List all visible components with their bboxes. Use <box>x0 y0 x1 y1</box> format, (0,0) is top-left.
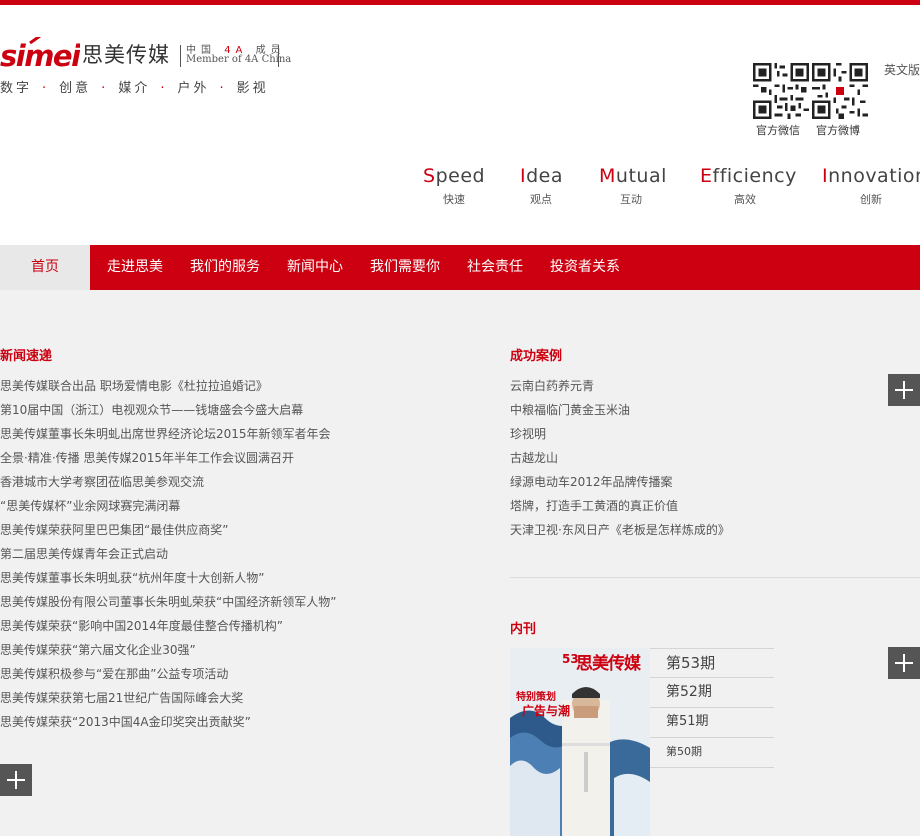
cases-section-title: 成功案例 <box>510 349 563 364</box>
simei-logo-mark: simei <box>0 37 80 73</box>
value-mutual: Mutual 互动 <box>599 165 667 206</box>
value-innovation: Innovation 创新 <box>822 165 920 206</box>
cover-tag: 特别策划 <box>516 692 556 703</box>
main-nav: 首页 走进思美 我们的服务 新闻中心 我们需要你 社会责任 投资者关系 <box>0 245 920 290</box>
issue-item[interactable]: 第51期 <box>650 708 774 738</box>
news-more-plus-icon[interactable] <box>0 764 32 796</box>
news-item[interactable]: 思美传媒荣获“第六届文化企业30强” <box>0 640 460 664</box>
nav-item-services[interactable]: 我们的服务 <box>190 245 260 290</box>
weibo-qr-label: 官方微博 <box>816 124 860 137</box>
nav-item-about[interactable]: 走进思美 <box>107 245 163 290</box>
news-item[interactable]: 第10届中国（浙江）电视观众节——钱塘盛会今盛大启幕 <box>0 400 460 424</box>
news-item[interactable]: 思美传媒荣获第七届21世纪广告国际峰会大奖 <box>0 688 460 712</box>
main-content: 新闻速递 思美传媒联合出品 职场爱情电影《杜拉拉追婚记》 第10届中国（浙江）电… <box>0 290 920 836</box>
news-list: 思美传媒联合出品 职场爱情电影《杜拉拉追婚记》 第10届中国（浙江）电视观众节—… <box>0 376 460 736</box>
cases-list: 云南白药养元青 中粮福临门黄金玉米油 珍视明 古越龙山 绿源电动车2012年品牌… <box>510 376 890 544</box>
nav-item-careers[interactable]: 我们需要你 <box>370 245 440 290</box>
case-item[interactable]: 绿源电动车2012年品牌传播案 <box>510 472 890 496</box>
issue-item[interactable]: 第52期 <box>650 678 774 708</box>
journal-more-plus-icon[interactable] <box>888 647 920 679</box>
section-divider <box>510 577 920 578</box>
brand-values: Speed 快速 Idea 观点 Mutual 互动 Efficiency 高效… <box>0 165 920 215</box>
site-logo[interactable]: simei 思美传媒 中国 4A 成员 Member of 4A China 数… <box>0 37 300 97</box>
news-item[interactable]: 思美传媒联合出品 职场爱情电影《杜拉拉追婚记》 <box>0 376 460 400</box>
news-item[interactable]: 思美传媒积极参与“爱在那曲”公益专项活动 <box>0 664 460 688</box>
value-speed: Speed 快速 <box>423 165 486 206</box>
nav-item-news[interactable]: 新闻中心 <box>287 245 343 290</box>
nav-item-responsibility[interactable]: 社会责任 <box>467 245 523 290</box>
logo-chinese-name: 思美传媒 <box>82 43 170 67</box>
case-item[interactable]: 古越龙山 <box>510 448 890 472</box>
case-item[interactable]: 塔牌，打造手工黄酒的真正价值 <box>510 496 890 520</box>
journal-cover-image[interactable]: 53 思美传媒 特别策划 广告与潮 <box>510 648 650 836</box>
wechat-qr-code <box>753 63 809 119</box>
news-section-title: 新闻速递 <box>0 349 53 364</box>
cover-title: 思美传媒 <box>576 654 641 674</box>
news-item[interactable]: 思美传媒荣获“影响中国2014年度最佳整合传播机构” <box>0 616 460 640</box>
news-item[interactable]: 第二届思美传媒青年会正式启动 <box>0 544 460 568</box>
case-item[interactable]: 中粮福临门黄金玉米油 <box>510 400 890 424</box>
cover-headline: 广告与潮 <box>522 704 571 718</box>
wechat-qr-label: 官方微信 <box>756 124 800 137</box>
case-item[interactable]: 云南白药养元青 <box>510 376 890 400</box>
journal-issue-list: 第53期 第52期 第51期 第50期 <box>650 648 774 768</box>
logo-4a-english: Member of 4A China <box>186 54 292 65</box>
logo-brand-text: simei <box>0 39 80 73</box>
journal-section-title: 内刊 <box>510 622 537 637</box>
value-efficiency: Efficiency 高效 <box>700 165 797 206</box>
issue-item[interactable]: 第50期 <box>650 738 774 768</box>
news-item[interactable]: 香港城市大学考察团莅临思美参观交流 <box>0 472 460 496</box>
value-idea: Idea 观点 <box>520 165 564 206</box>
weibo-qr-code <box>812 63 868 119</box>
case-item[interactable]: 天津卫视·东风日产《老板是怎样炼成的》 <box>510 520 890 544</box>
news-item[interactable]: 思美传媒董事长朱明虬出席世界经济论坛2015年新领军者年会 <box>0 424 460 448</box>
site-header: simei 思美传媒 中国 4A 成员 Member of 4A China 数… <box>0 5 920 245</box>
news-item[interactable]: 思美传媒荣获“2013中国4A金印奖突出贡献奖” <box>0 712 460 736</box>
logo-divider <box>278 45 279 67</box>
issue-item[interactable]: 第53期 <box>650 648 774 678</box>
english-version-link[interactable]: 英文版 <box>884 61 920 78</box>
news-item[interactable]: 思美传媒董事长朱明虬获“杭州年度十大创新人物” <box>0 568 460 592</box>
nav-item-investors[interactable]: 投资者关系 <box>550 245 620 290</box>
slogan: 数字 · 创意 · 媒介 · 户外 · 影视 <box>0 81 269 96</box>
news-item[interactable]: “思美传媒杯”业余网球赛完满闭幕 <box>0 496 460 520</box>
case-item[interactable]: 珍视明 <box>510 424 890 448</box>
news-item[interactable]: 思美传媒股份有限公司董事长朱明虬荣获“中国经济新领军人物” <box>0 592 460 616</box>
news-item[interactable]: 思美传媒荣获阿里巴巴集团“最佳供应商奖” <box>0 520 460 544</box>
news-item[interactable]: 全景·精准·传播 思美传媒2015年半年工作会议圆满召开 <box>0 448 460 472</box>
cases-more-plus-icon[interactable] <box>888 374 920 406</box>
cover-illustration <box>510 648 650 836</box>
nav-item-home[interactable]: 首页 <box>0 245 90 290</box>
logo-divider <box>180 45 181 67</box>
